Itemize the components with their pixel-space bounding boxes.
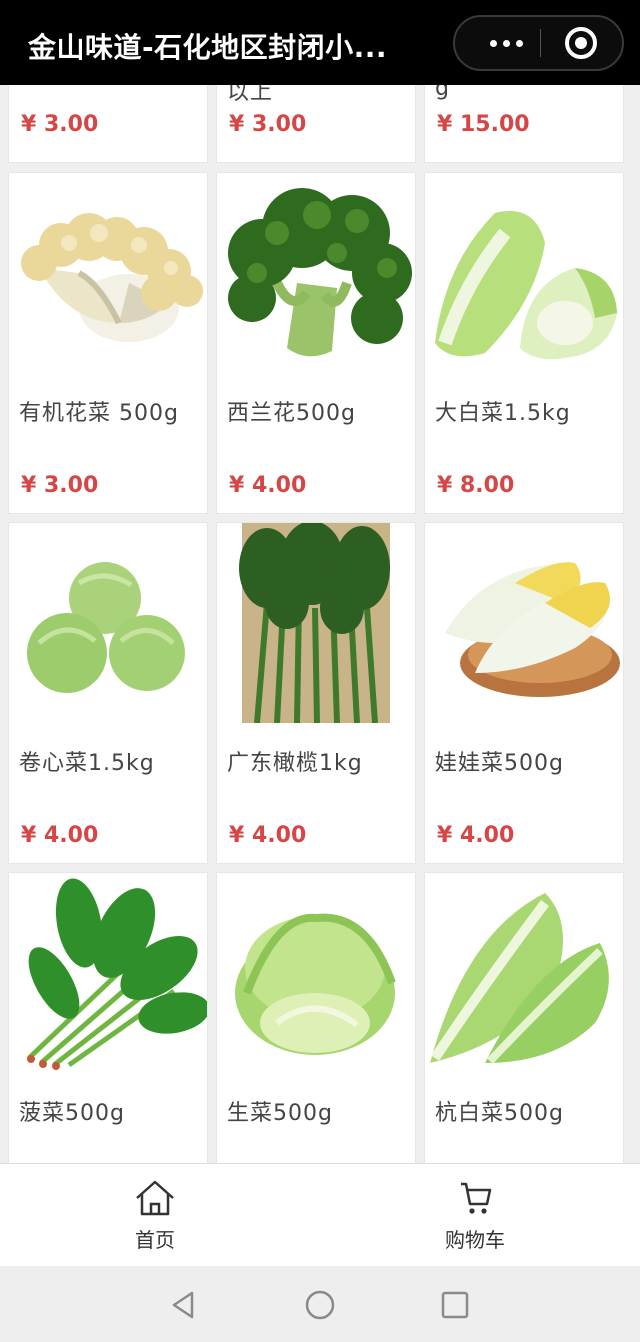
dot-icon: [502, 39, 510, 47]
product-name: 有机花菜 500g: [19, 401, 179, 426]
tab-label: 首页: [135, 1228, 175, 1252]
product-name: 卷心菜1.5kg: [19, 751, 155, 776]
bottom-tab-bar: 首页 购物车: [0, 1163, 640, 1266]
product-card[interactable]: 娃娃菜500g ¥ 4.00: [424, 522, 624, 864]
product-name: 菠菜500g: [19, 1101, 125, 1126]
product-price: ¥ 3.00: [21, 473, 99, 498]
baby-cabbage-image: [425, 523, 623, 723]
cauliflower-image: [9, 173, 207, 373]
product-card[interactable]: ¥ 3.00: [8, 85, 208, 163]
leafy-greens-image: [217, 523, 415, 723]
back-triangle-icon[interactable]: [166, 1288, 200, 1322]
page-title: 金山味道-石化地区封闭小...: [28, 31, 388, 64]
product-name: 杭白菜500g: [435, 1101, 564, 1126]
cart-icon: [461, 1182, 492, 1214]
recents-square-icon[interactable]: [438, 1288, 472, 1322]
title-bar: 金山味道-石化地区封闭小...: [0, 0, 640, 85]
product-card[interactable]: 西兰花500g ¥ 4.00: [216, 172, 416, 514]
bok-choy-image: [425, 873, 623, 1073]
napa-cabbage-image: [425, 173, 623, 373]
product-card[interactable]: 以上 ¥ 3.00: [216, 85, 416, 163]
product-grid: ¥ 3.00 以上 ¥ 3.00 g ¥ 15.00 有机花菜 500g ¥ 3…: [0, 85, 640, 1163]
dot-icon: [489, 39, 497, 47]
system-navigation-bar: [0, 1266, 640, 1342]
product-card[interactable]: 生菜500g: [216, 872, 416, 1163]
product-card[interactable]: 有机花菜 500g ¥ 3.00: [8, 172, 208, 514]
product-price: ¥ 4.00: [229, 823, 307, 848]
more-options-button[interactable]: [473, 17, 539, 69]
product-name: 广东橄榄1kg: [227, 751, 363, 776]
product-name: 西兰花500g: [227, 401, 356, 426]
home-icon: [136, 1180, 174, 1216]
product-card[interactable]: g ¥ 15.00: [424, 85, 624, 163]
dot-icon: [515, 39, 523, 47]
product-name: 大白菜1.5kg: [435, 401, 571, 426]
product-card[interactable]: 菠菜500g: [8, 872, 208, 1163]
miniprogram-capsule: [453, 15, 624, 71]
tab-cart[interactable]: 购物车: [395, 1164, 555, 1267]
product-price: ¥ 4.00: [229, 473, 307, 498]
product-card[interactable]: 大白菜1.5kg ¥ 8.00: [424, 172, 624, 514]
tab-label: 购物车: [445, 1228, 505, 1252]
tab-home[interactable]: 首页: [75, 1164, 235, 1267]
product-name: 生菜500g: [227, 1101, 333, 1126]
product-price: ¥ 8.00: [437, 473, 515, 498]
lettuce-image: [217, 873, 415, 1073]
close-miniprogram-button[interactable]: [565, 27, 597, 59]
product-name: 以上: [227, 85, 274, 105]
product-price: ¥ 4.00: [21, 823, 99, 848]
product-name: 娃娃菜500g: [435, 751, 564, 776]
capsule-divider: [540, 29, 541, 57]
spinach-image: [9, 873, 207, 1073]
product-card[interactable]: 杭白菜500g: [424, 872, 624, 1163]
product-price: ¥ 4.00: [437, 823, 515, 848]
broccoli-image: [217, 173, 415, 373]
cabbage-image: [9, 523, 207, 723]
product-card[interactable]: 卷心菜1.5kg ¥ 4.00: [8, 522, 208, 864]
product-name: g: [435, 85, 450, 101]
product-price: ¥ 3.00: [229, 112, 307, 137]
product-card[interactable]: 广东橄榄1kg ¥ 4.00: [216, 522, 416, 864]
product-price: ¥ 15.00: [437, 112, 530, 137]
home-circle-icon[interactable]: [303, 1288, 337, 1322]
product-price: ¥ 3.00: [21, 112, 99, 137]
